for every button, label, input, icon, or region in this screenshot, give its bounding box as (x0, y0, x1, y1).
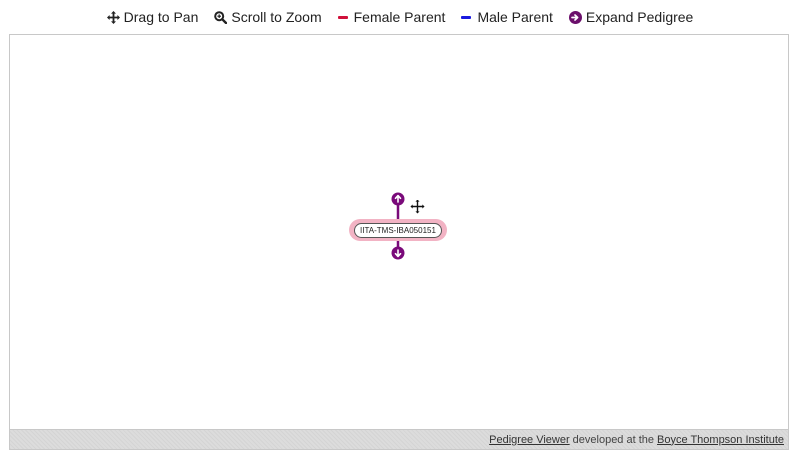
legend-male-parent: Male Parent (461, 9, 553, 25)
boyce-thompson-link[interactable]: Boyce Thompson Institute (657, 434, 784, 446)
move-cursor-icon (410, 199, 425, 214)
expand-parents-button[interactable] (391, 192, 405, 206)
legend-female-label: Female Parent (353, 9, 446, 25)
node-label[interactable]: IITA-TMS-IBA050151 (354, 222, 442, 238)
node-highlight[interactable]: IITA-TMS-IBA050151 (349, 219, 447, 241)
viewer-footer: Pedigree Viewer developed at the Boyce T… (10, 429, 788, 449)
legend-bar: Drag to Pan Scroll to Zoom Female Parent… (0, 0, 800, 34)
legend-expand-pedigree: Expand Pedigree (568, 9, 694, 25)
legend-expand-label: Expand Pedigree (585, 9, 694, 25)
expand-children-button[interactable] (391, 246, 405, 260)
pedigree-node: IITA-TMS-IBA050151 (348, 191, 448, 263)
legend-drag-to-pan: Drag to Pan (106, 9, 199, 25)
female-parent-swatch (337, 15, 348, 19)
legend-pan-label: Drag to Pan (123, 9, 199, 25)
legend-zoom-label: Scroll to Zoom (231, 9, 322, 25)
pedigree-viewer: IITA-TMS-IBA050151 Pedigree Viewer devel… (9, 34, 789, 450)
pedigree-viewer-link[interactable]: Pedigree Viewer (489, 434, 570, 446)
circle-arrow-icon (568, 10, 582, 24)
legend-female-parent: Female Parent (337, 9, 446, 25)
move-arrows-icon (106, 10, 120, 24)
legend-scroll-to-zoom: Scroll to Zoom (214, 9, 322, 25)
male-parent-swatch (461, 15, 472, 19)
magnifier-icon (214, 10, 228, 24)
legend-male-label: Male Parent (477, 9, 553, 25)
footer-middle-text: developed at the (572, 433, 655, 446)
pedigree-canvas[interactable]: IITA-TMS-IBA050151 (10, 35, 788, 429)
